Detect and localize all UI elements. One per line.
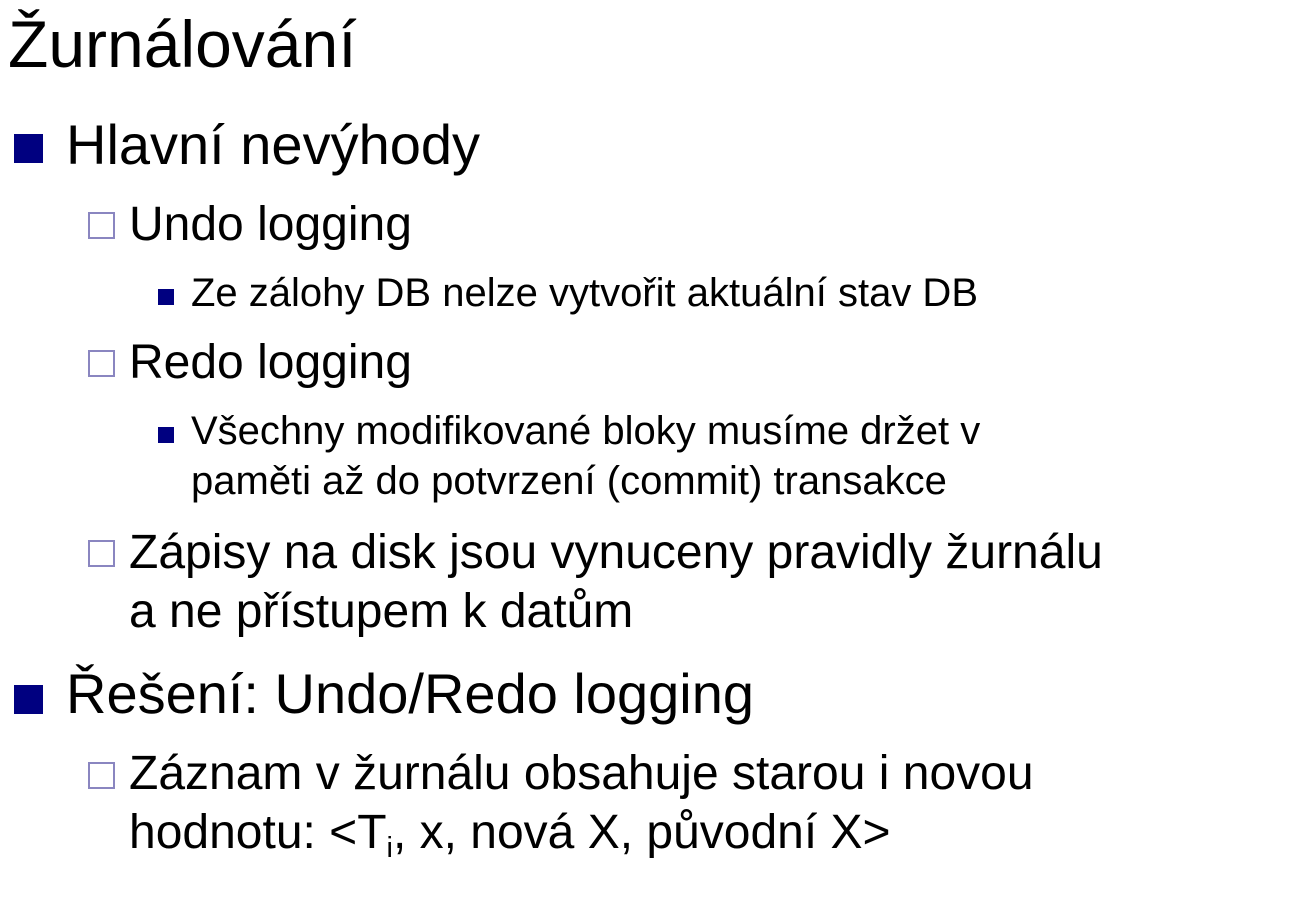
- item-log-record-line2: hodnotu: <Ti, x, nová X, původní X>: [129, 805, 891, 867]
- hollow-square-bullet-icon: [88, 350, 115, 377]
- log-record-prefix: hodnotu: <T: [129, 806, 387, 859]
- section-heading-solution: Řešení: Undo/Redo logging: [66, 662, 755, 725]
- square-bullet-icon: [14, 685, 43, 714]
- item-disk-writes-line1: Zápisy na disk jsou vynuceny pravidly žu…: [129, 526, 1103, 579]
- item-undo-logging: Undo logging: [129, 198, 412, 251]
- slide: Žurnálování Hlavní nevýhody Undo logging…: [0, 0, 1297, 901]
- slide-title: Žurnálování: [8, 7, 357, 81]
- subitem-undo-backup: Ze zálohy DB nelze vytvořit aktuální sta…: [191, 271, 978, 315]
- subitem-redo-blocks-line1: Všechny modifikované bloky musíme držet …: [191, 409, 981, 453]
- hollow-square-bullet-icon: [88, 540, 115, 567]
- hollow-square-bullet-icon: [88, 762, 115, 789]
- small-square-bullet-icon: [158, 427, 174, 443]
- section-heading-disadvantages: Hlavní nevýhody: [66, 113, 481, 176]
- small-square-bullet-icon: [158, 289, 174, 305]
- square-bullet-icon: [14, 134, 43, 163]
- hollow-square-bullet-icon: [88, 212, 115, 239]
- log-record-subscript: i: [386, 831, 393, 864]
- item-redo-logging: Redo logging: [129, 336, 412, 389]
- item-log-record-line1: Záznam v žurnálu obsahuje starou i novou: [129, 747, 1034, 800]
- item-disk-writes-line2: a ne přístupem k datům: [129, 585, 634, 638]
- log-record-suffix: , x, nová X, původní X>: [392, 806, 891, 859]
- subitem-redo-blocks-line2: paměti až do potvrzení (commit) transakc…: [191, 459, 947, 503]
